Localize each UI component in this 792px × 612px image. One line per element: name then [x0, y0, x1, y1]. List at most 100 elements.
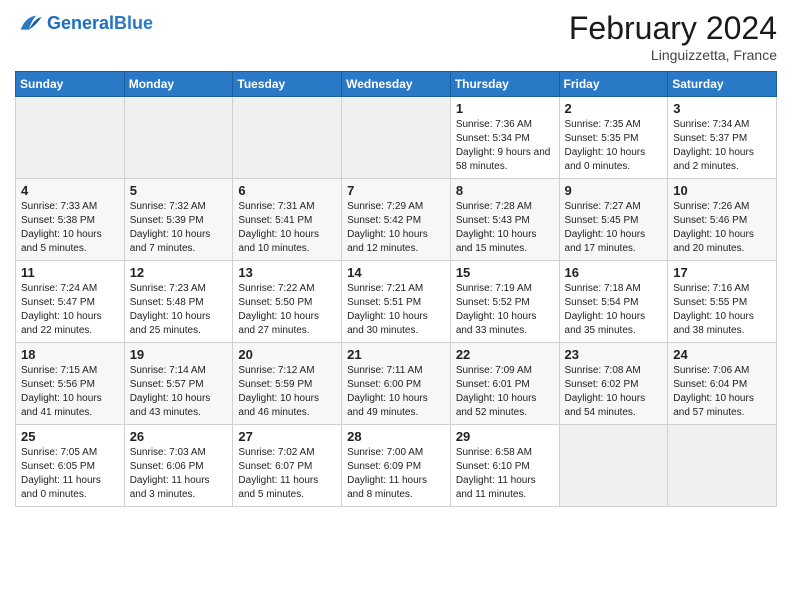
day-number: 11 — [21, 265, 119, 280]
calendar-cell: 22 Sunrise: 7:09 AM Sunset: 6:01 PM Dayli… — [450, 343, 559, 425]
calendar-cell — [124, 97, 233, 179]
calendar-cell: 5 Sunrise: 7:32 AM Sunset: 5:39 PM Daylig… — [124, 179, 233, 261]
day-number: 3 — [673, 101, 771, 116]
calendar-cell: 16 Sunrise: 7:18 AM Sunset: 5:54 PM Dayli… — [559, 261, 668, 343]
day-info: Sunrise: 7:19 AM Sunset: 5:52 PM Dayligh… — [456, 282, 554, 338]
day-info: Sunrise: 7:11 AM Sunset: 6:00 PM Dayligh… — [347, 364, 445, 420]
weekday-header: Sunday — [16, 72, 125, 97]
calendar-cell: 13 Sunrise: 7:22 AM Sunset: 5:50 PM Dayli… — [233, 261, 342, 343]
calendar-cell: 10Sunrise: 7:26 AM Sunset: 5:46 PM Dayli… — [668, 179, 777, 261]
calendar-cell: 9Sunrise: 7:27 AM Sunset: 5:45 PM Daylig… — [559, 179, 668, 261]
day-number: 19 — [130, 347, 228, 362]
calendar-cell: 20 Sunrise: 7:12 AM Sunset: 5:59 PM Dayli… — [233, 343, 342, 425]
calendar-week-row: 25 Sunrise: 7:05 AM Sunset: 6:05 PM Dayli… — [16, 425, 777, 507]
day-info: Sunrise: 7:00 AM Sunset: 6:09 PM Dayligh… — [347, 446, 445, 502]
calendar-cell: 2 Sunrise: 7:35 AM Sunset: 5:35 PM Daylig… — [559, 97, 668, 179]
calendar-cell: 23 Sunrise: 7:08 AM Sunset: 6:02 PM Dayli… — [559, 343, 668, 425]
calendar-table: SundayMondayTuesdayWednesdayThursdayFrid… — [15, 71, 777, 507]
calendar-cell: 3 Sunrise: 7:34 AM Sunset: 5:37 PM Daylig… — [668, 97, 777, 179]
day-number: 5 — [130, 183, 228, 198]
day-number: 27 — [238, 429, 336, 444]
day-number: 13 — [238, 265, 336, 280]
day-info: Sunrise: 7:21 AM Sunset: 5:51 PM Dayligh… — [347, 282, 445, 338]
day-info: Sunrise: 7:16 AM Sunset: 5:55 PM Dayligh… — [673, 282, 771, 338]
day-info: Sunrise: 7:32 AM Sunset: 5:39 PM Dayligh… — [130, 200, 228, 256]
day-number: 2 — [565, 101, 663, 116]
day-number: 7 — [347, 183, 445, 198]
calendar-cell: 15 Sunrise: 7:19 AM Sunset: 5:52 PM Dayli… — [450, 261, 559, 343]
weekday-header: Thursday — [450, 72, 559, 97]
weekday-header: Monday — [124, 72, 233, 97]
day-number: 14 — [347, 265, 445, 280]
logo-blue: Blue — [114, 13, 153, 33]
day-info: Sunrise: 7:18 AM Sunset: 5:54 PM Dayligh… — [565, 282, 663, 338]
day-info: Sunrise: 7:36 AM Sunset: 5:34 PM Dayligh… — [456, 118, 554, 174]
day-info: Sunrise: 7:15 AM Sunset: 5:56 PM Dayligh… — [21, 364, 119, 420]
day-number: 29 — [456, 429, 554, 444]
weekday-header-row: SundayMondayTuesdayWednesdayThursdayFrid… — [16, 72, 777, 97]
day-info: Sunrise: 7:14 AM Sunset: 5:57 PM Dayligh… — [130, 364, 228, 420]
logo: GeneralBlue — [15, 10, 153, 38]
day-number: 15 — [456, 265, 554, 280]
day-info: Sunrise: 7:08 AM Sunset: 6:02 PM Dayligh… — [565, 364, 663, 420]
day-info: Sunrise: 6:58 AM Sunset: 6:10 PM Dayligh… — [456, 446, 554, 502]
calendar-week-row: 11 Sunrise: 7:24 AM Sunset: 5:47 PM Dayli… — [16, 261, 777, 343]
calendar-cell — [233, 97, 342, 179]
calendar-cell — [342, 97, 451, 179]
calendar-cell: 11 Sunrise: 7:24 AM Sunset: 5:47 PM Dayli… — [16, 261, 125, 343]
day-info: Sunrise: 7:24 AM Sunset: 5:47 PM Dayligh… — [21, 282, 119, 338]
calendar-cell: 12 Sunrise: 7:23 AM Sunset: 5:48 PM Dayli… — [124, 261, 233, 343]
calendar-cell: 26Sunrise: 7:03 AM Sunset: 6:06 PM Dayli… — [124, 425, 233, 507]
calendar-cell: 17Sunrise: 7:16 AM Sunset: 5:55 PM Dayli… — [668, 261, 777, 343]
day-info: Sunrise: 7:34 AM Sunset: 5:37 PM Dayligh… — [673, 118, 771, 174]
calendar-cell: 29 Sunrise: 6:58 AM Sunset: 6:10 PM Dayli… — [450, 425, 559, 507]
day-number: 10 — [673, 183, 771, 198]
day-number: 23 — [565, 347, 663, 362]
calendar-cell — [16, 97, 125, 179]
day-number: 28 — [347, 429, 445, 444]
day-number: 16 — [565, 265, 663, 280]
page-header: GeneralBlue February 2024 Linguizzetta, … — [15, 10, 777, 63]
calendar-week-row: 4Sunrise: 7:33 AM Sunset: 5:38 PM Daylig… — [16, 179, 777, 261]
day-info: Sunrise: 7:35 AM Sunset: 5:35 PM Dayligh… — [565, 118, 663, 174]
weekday-header: Saturday — [668, 72, 777, 97]
day-number: 21 — [347, 347, 445, 362]
day-info: Sunrise: 7:22 AM Sunset: 5:50 PM Dayligh… — [238, 282, 336, 338]
day-info: Sunrise: 7:09 AM Sunset: 6:01 PM Dayligh… — [456, 364, 554, 420]
day-info: Sunrise: 7:31 AM Sunset: 5:41 PM Dayligh… — [238, 200, 336, 256]
weekday-header: Tuesday — [233, 72, 342, 97]
day-number: 12 — [130, 265, 228, 280]
day-info: Sunrise: 7:23 AM Sunset: 5:48 PM Dayligh… — [130, 282, 228, 338]
day-number: 1 — [456, 101, 554, 116]
day-info: Sunrise: 7:12 AM Sunset: 5:59 PM Dayligh… — [238, 364, 336, 420]
logo-icon — [15, 10, 43, 38]
day-number: 8 — [456, 183, 554, 198]
day-info: Sunrise: 7:33 AM Sunset: 5:38 PM Dayligh… — [21, 200, 119, 256]
calendar-cell — [668, 425, 777, 507]
day-number: 18 — [21, 347, 119, 362]
calendar-cell: 25 Sunrise: 7:05 AM Sunset: 6:05 PM Dayli… — [16, 425, 125, 507]
month-title: February 2024 — [569, 10, 777, 47]
location: Linguizzetta, France — [569, 47, 777, 63]
calendar-week-row: 18 Sunrise: 7:15 AM Sunset: 5:56 PM Dayli… — [16, 343, 777, 425]
calendar-week-row: 1 Sunrise: 7:36 AM Sunset: 5:34 PM Daylig… — [16, 97, 777, 179]
calendar-cell: 28 Sunrise: 7:00 AM Sunset: 6:09 PM Dayli… — [342, 425, 451, 507]
day-info: Sunrise: 7:03 AM Sunset: 6:06 PM Dayligh… — [130, 446, 228, 502]
calendar-cell: 24 Sunrise: 7:06 AM Sunset: 6:04 PM Dayli… — [668, 343, 777, 425]
calendar-cell: 19 Sunrise: 7:14 AM Sunset: 5:57 PM Dayli… — [124, 343, 233, 425]
day-info: Sunrise: 7:06 AM Sunset: 6:04 PM Dayligh… — [673, 364, 771, 420]
day-number: 24 — [673, 347, 771, 362]
calendar-cell: 4Sunrise: 7:33 AM Sunset: 5:38 PM Daylig… — [16, 179, 125, 261]
day-info: Sunrise: 7:29 AM Sunset: 5:42 PM Dayligh… — [347, 200, 445, 256]
day-number: 20 — [238, 347, 336, 362]
day-number: 25 — [21, 429, 119, 444]
calendar-cell: 14 Sunrise: 7:21 AM Sunset: 5:51 PM Dayli… — [342, 261, 451, 343]
day-info: Sunrise: 7:05 AM Sunset: 6:05 PM Dayligh… — [21, 446, 119, 502]
day-number: 22 — [456, 347, 554, 362]
day-info: Sunrise: 7:02 AM Sunset: 6:07 PM Dayligh… — [238, 446, 336, 502]
logo-general: General — [47, 13, 114, 33]
logo-text: GeneralBlue — [47, 14, 153, 34]
calendar-cell — [559, 425, 668, 507]
day-info: Sunrise: 7:27 AM Sunset: 5:45 PM Dayligh… — [565, 200, 663, 256]
calendar-cell: 21 Sunrise: 7:11 AM Sunset: 6:00 PM Dayli… — [342, 343, 451, 425]
